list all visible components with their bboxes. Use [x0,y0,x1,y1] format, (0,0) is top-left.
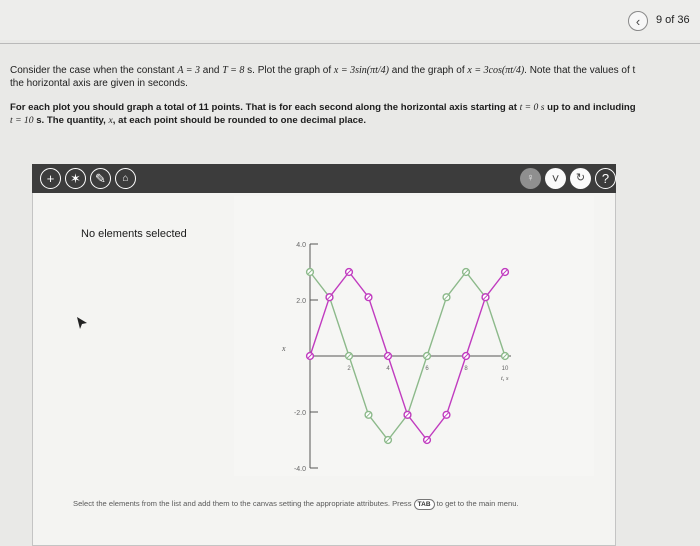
instruction-text: For each plot you should graph a total o… [10,102,636,126]
graph-toolbar: + ✶ ✎ ⌂ ♀ ˅ ↻ ? [32,164,616,193]
x-tick-label: 8 [464,366,468,372]
graph-canvas[interactable]: 4.0 2.0 -2.0 -4.0 2 4 6 8 10 x t, s [234,196,594,476]
y-axis-label: x [281,344,286,353]
selection-status: No elements selected [81,228,187,240]
y-tick-label: 4.0 [296,242,306,249]
chart-svg[interactable]: 4.0 2.0 -2.0 -4.0 2 4 6 8 10 x t, s [234,196,594,476]
trash-icon[interactable]: ⌂ [115,168,136,189]
divider [0,43,700,44]
mouse-cursor-icon [77,317,87,329]
bulb-icon[interactable]: ♀ [520,168,541,189]
check-icon[interactable]: ↻ [570,168,591,189]
x-axis-label: t, s [501,375,509,382]
pencil-icon[interactable]: ✎ [90,168,111,189]
question-icon[interactable]: ? [595,168,616,189]
footer-instructions: Select the elements from the list and ad… [73,499,519,510]
x-tick-label: 2 [347,366,351,372]
chevron-down-icon[interactable]: ˅ [545,168,566,189]
top-bar: ‹ 9 of 36 [0,0,700,40]
star-icon[interactable]: ✶ [65,168,86,189]
tab-key-badge: TAB [413,499,435,510]
y-tick-label: 2.0 [296,298,306,305]
x-tick-label: 4 [386,366,390,372]
question-text: Consider the case when the constant A = … [10,65,636,89]
y-tick-label: -4.0 [294,466,306,473]
x-tick-label: 10 [502,366,509,372]
x-tick-label: 6 [425,366,429,372]
y-tick-label: -2.0 [294,410,306,417]
chevron-left-icon[interactable]: ‹ [628,11,648,31]
page-counter: 9 of 36 [656,14,690,26]
plus-icon[interactable]: + [40,168,61,189]
